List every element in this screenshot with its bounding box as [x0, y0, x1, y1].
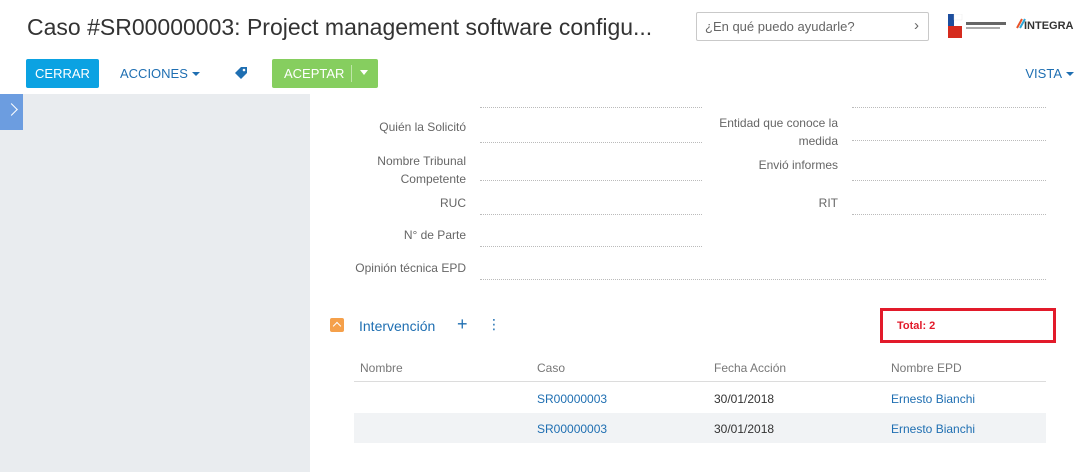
cell-caso-link[interactable]: SR00000003 — [537, 422, 607, 436]
view-label: VISTA — [1025, 66, 1062, 81]
table-row[interactable]: SR00000003 30/01/2018 Ernesto Bianchi — [354, 383, 1046, 413]
quien-solicito-field[interactable] — [480, 142, 702, 143]
rit-label: RIT — [818, 196, 838, 210]
caret-down-icon — [191, 71, 200, 76]
expand-panel-button[interactable] — [0, 94, 23, 130]
divider — [351, 65, 352, 82]
quien-solicito-label: Quién la Solicitó — [379, 120, 466, 134]
rit-field[interactable] — [852, 214, 1046, 215]
nombre-tribunal-field[interactable] — [480, 180, 702, 181]
caret-down-icon — [1066, 71, 1074, 76]
envio-informes-field[interactable] — [852, 180, 1046, 181]
close-button[interactable]: CERRAR — [26, 59, 99, 88]
cell-epd-link[interactable]: Ernesto Bianchi — [891, 422, 975, 436]
help-search-input[interactable]: ¿En qué puedo ayudarle? › — [696, 12, 929, 41]
view-menu-button[interactable]: VISTA — [1025, 66, 1074, 81]
add-record-icon[interactable]: + — [457, 314, 468, 334]
cell-fecha: 30/01/2018 — [714, 392, 775, 406]
numero-parte-field[interactable] — [480, 246, 702, 247]
nombre-tribunal-label: Nombre Tribunal Competente — [377, 154, 466, 186]
accept-dropdown-icon[interactable] — [360, 70, 368, 75]
column-header-epd[interactable]: Nombre EPD — [891, 361, 962, 375]
envio-informes-label: Envió informes — [758, 158, 838, 172]
column-header-fecha[interactable]: Fecha Acción — [714, 361, 786, 375]
cell-epd-link[interactable]: Ernesto Bianchi — [891, 392, 975, 406]
ruc-label: RUC — [440, 196, 466, 210]
accept-split-button[interactable]: ACEPTAR — [272, 59, 378, 88]
table-header-divider — [354, 381, 1046, 382]
column-header-nombre[interactable]: Nombre — [360, 361, 403, 375]
help-search-placeholder: ¿En qué puedo ayudarle? — [705, 19, 855, 34]
chevron-right-icon[interactable]: › — [914, 17, 919, 34]
column-header-caso[interactable]: Caso — [537, 361, 565, 375]
section-title[interactable]: Intervención — [359, 318, 435, 334]
entidad-medida-label: Entidad que conoce la medida — [719, 116, 838, 148]
actions-label: ACCIONES — [120, 66, 188, 81]
logo-text: INTEGRA — [1024, 20, 1074, 32]
cell-fecha: 30/01/2018 — [714, 422, 775, 436]
actions-menu-button[interactable]: ACCIONES — [120, 66, 200, 81]
logo: INTEGRA — [948, 13, 1078, 38]
collapse-section-button[interactable] — [330, 318, 344, 332]
total-highlight-box: Total: 2 — [880, 308, 1056, 343]
more-options-icon[interactable]: ⋮ — [487, 316, 501, 332]
accept-button[interactable]: ACEPTAR — [284, 66, 344, 81]
left-panel — [0, 94, 310, 472]
chevron-up-icon — [332, 321, 342, 331]
ruc-field[interactable] — [480, 214, 702, 215]
tag-icon[interactable] — [234, 66, 248, 85]
total-label: Total: 2 — [897, 320, 936, 332]
cell-caso-link[interactable]: SR00000003 — [537, 392, 607, 406]
page-title: Caso #SR00000003: Project management sof… — [27, 14, 653, 40]
chevron-right-icon — [5, 103, 18, 116]
numero-parte-label: N° de Parte — [403, 228, 466, 242]
field-line — [852, 107, 1046, 108]
entidad-medida-field[interactable] — [852, 140, 1046, 141]
opinion-tecnica-field[interactable] — [480, 279, 1046, 280]
opinion-tecnica-label: Opinión técnica EPD — [355, 261, 466, 275]
table-row[interactable]: SR00000003 30/01/2018 Ernesto Bianchi — [354, 413, 1046, 443]
field-line — [480, 107, 702, 108]
